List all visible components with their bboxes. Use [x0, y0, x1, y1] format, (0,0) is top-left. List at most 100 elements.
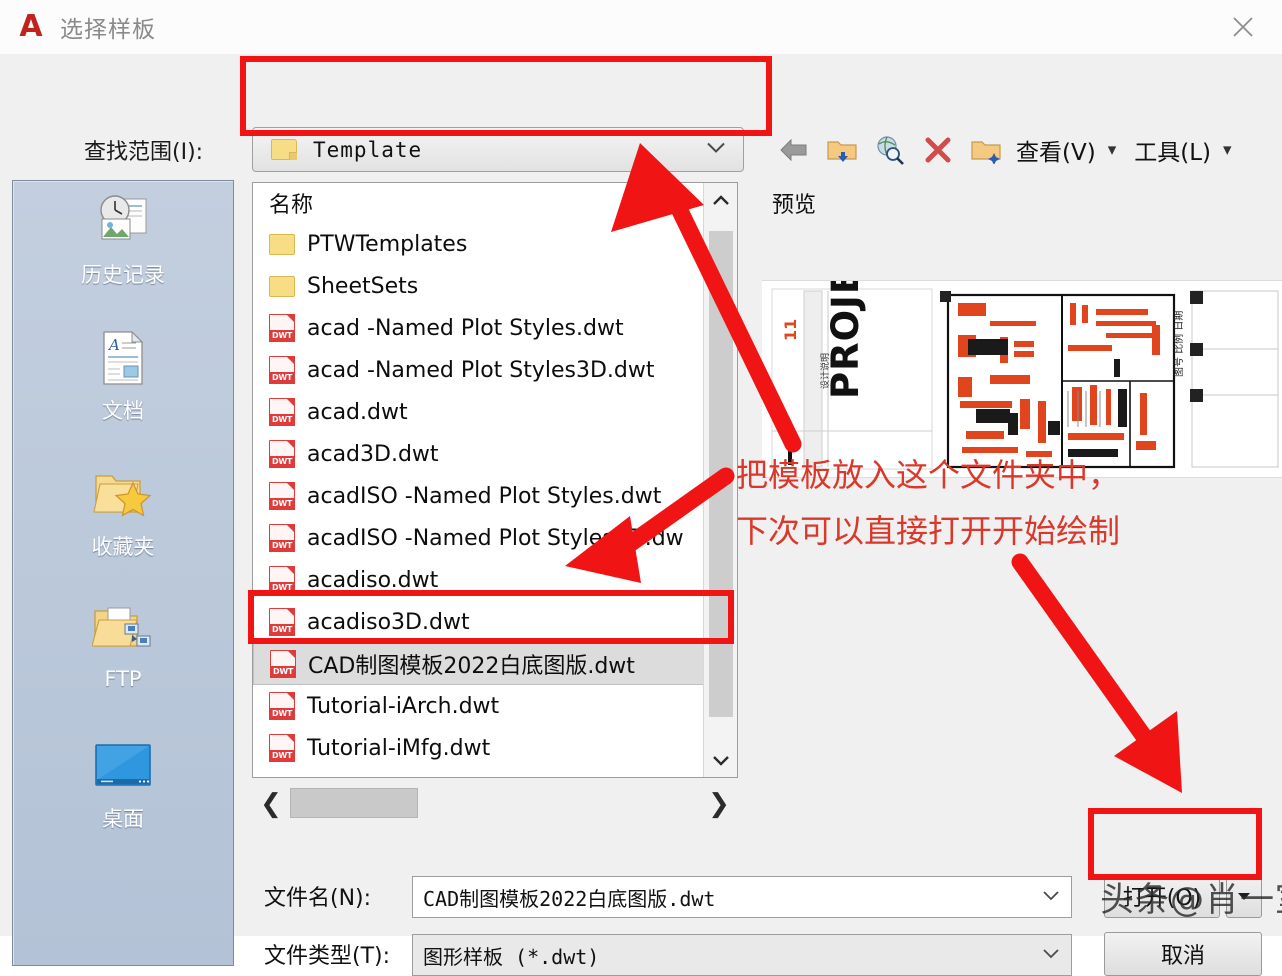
- dwt-file-icon: [269, 608, 295, 636]
- place-item-ftp[interactable]: FTP: [13, 589, 233, 725]
- view-menu-arrow-icon[interactable]: ▾: [1108, 140, 1117, 160]
- folder-icon: [269, 233, 295, 255]
- file-list-item[interactable]: acadiso.dwt: [253, 559, 705, 601]
- filetype-label: 文件类型(T):: [264, 944, 391, 969]
- file-list-item[interactable]: PTWTemplates: [253, 223, 705, 265]
- view-menu[interactable]: 查看(V): [1016, 133, 1096, 167]
- file-list-horizontal-scrollbar[interactable]: ❮ ❯: [252, 784, 738, 824]
- file-name: CAD制图模板2022白底图版.dwt: [308, 654, 635, 679]
- preview-label: 预览: [772, 193, 817, 218]
- tools-menu-arrow-icon[interactable]: ▾: [1223, 140, 1232, 160]
- filename-chevron-down-icon[interactable]: [1041, 888, 1061, 906]
- place-item-documents[interactable]: A 文档: [13, 317, 233, 453]
- back-button[interactable]: [770, 128, 818, 172]
- chevron-up-icon: [712, 195, 729, 205]
- vertical-scroll-thumb[interactable]: [709, 231, 733, 717]
- svg-text:图号 比例 日期: 图号 比例 日期: [1172, 311, 1185, 377]
- column-header-name: 名称: [253, 183, 737, 223]
- close-button[interactable]: [1220, 10, 1266, 44]
- new-folder-button[interactable]: [962, 128, 1010, 172]
- file-list-item[interactable]: SheetSets: [253, 265, 705, 307]
- file-name: acadISO -Named Plot Styles.dwt: [307, 483, 662, 509]
- up-folder-button[interactable]: [818, 128, 866, 172]
- history-icon: [90, 191, 156, 253]
- file-list-item[interactable]: Tutorial-iArch.dwt: [253, 685, 705, 727]
- svg-text:A: A: [107, 336, 120, 354]
- caret-down-icon: [1238, 893, 1250, 900]
- search-web-icon: [877, 136, 904, 165]
- file-list-item[interactable]: acad3D.dwt: [253, 433, 705, 475]
- folder-icon: [269, 275, 295, 297]
- place-label: 收藏夹: [91, 535, 155, 559]
- file-list-vertical-scrollbar[interactable]: [703, 183, 737, 777]
- file-list-item[interactable]: acad.dwt: [253, 391, 705, 433]
- back-icon: [780, 138, 807, 162]
- file-list-panel: 名称 PTWTemplates SheetSets acad -Named Plot…: [252, 182, 738, 778]
- favorites-icon: [92, 463, 154, 525]
- file-name: acad -Named Plot Styles.dwt: [307, 315, 624, 341]
- file-name: acadISO -Named Plot Styles3D.dw: [307, 525, 684, 551]
- file-name: acadiso3D.dwt: [307, 609, 470, 635]
- ftp-icon: [92, 599, 154, 661]
- places-bar: 历史记录 A 文档 收藏夹 FTP 桌面: [12, 180, 234, 966]
- file-name: acad -Named Plot Styles3D.dwt: [307, 357, 655, 383]
- place-item-desktop[interactable]: 桌面: [13, 725, 233, 861]
- autocad-a-logo: A: [19, 9, 43, 44]
- title-bar: A 选择样板: [0, 0, 1282, 54]
- search-web-button[interactable]: [866, 128, 914, 172]
- dwt-file-icon: [269, 356, 295, 384]
- file-list-item[interactable]: acadISO -Named Plot Styles3D.dw: [253, 517, 705, 559]
- file-name: acad3D.dwt: [307, 441, 439, 467]
- desktop-icon: [92, 735, 154, 797]
- file-list-item[interactable]: acad -Named Plot Styles3D.dwt: [253, 349, 705, 391]
- dwt-file-icon: [269, 692, 295, 720]
- toolbar: 查看(V) ▾ 工具(L) ▾: [770, 124, 1244, 176]
- svg-text:11: 11: [781, 319, 800, 341]
- filetype-chevron-down-icon[interactable]: [1041, 946, 1061, 964]
- horizontal-scroll-thumb[interactable]: [290, 788, 418, 818]
- look-in-value: Template: [313, 137, 423, 162]
- delete-icon: [925, 137, 951, 163]
- file-list-item[interactable]: acadiso3D.dwt: [253, 601, 705, 643]
- dwt-file-icon: [269, 566, 295, 594]
- dwt-file-icon: [269, 524, 295, 552]
- scroll-up-button[interactable]: [704, 183, 737, 217]
- scroll-left-button[interactable]: ❮: [252, 784, 290, 824]
- preview-thumbnail: PROJECT 设计说明 11 图号 比例 日期: [762, 280, 1282, 478]
- file-name: acad.dwt: [307, 399, 408, 425]
- place-item-history[interactable]: 历史记录: [13, 181, 233, 317]
- look-in-combobox[interactable]: Template: [252, 127, 744, 172]
- file-name: PTWTemplates: [307, 231, 468, 257]
- file-name: Tutorial-iMfg.dwt: [307, 735, 491, 761]
- documents-icon: A: [98, 327, 148, 389]
- file-list-item[interactable]: Tutorial-iMfg.dwt: [253, 727, 705, 769]
- filename-label: 文件名(N):: [264, 886, 372, 911]
- cad-drawing-preview: PROJECT 设计说明 11 图号 比例 日期: [762, 281, 1282, 477]
- open-button[interactable]: 打开(O): [1104, 874, 1220, 918]
- look-in-label: 查找范围(I):: [84, 140, 204, 165]
- filename-input[interactable]: CAD制图模板2022白底图版.dwt: [412, 876, 1072, 918]
- place-label: 历史记录: [81, 263, 165, 287]
- filetype-value: 图形样板 (*.dwt): [423, 944, 600, 969]
- scroll-right-button[interactable]: ❯: [700, 784, 738, 824]
- dwt-file-icon: [269, 440, 295, 468]
- file-list-item-selected[interactable]: CAD制图模板2022白底图版.dwt: [253, 643, 705, 685]
- chevron-down-icon: [713, 756, 729, 766]
- place-label: 桌面: [102, 807, 144, 831]
- dwt-file-icon: [269, 734, 295, 762]
- dwt-file-icon: [269, 314, 295, 342]
- chevron-down-icon[interactable]: [705, 140, 727, 159]
- file-list-item[interactable]: acadISO -Named Plot Styles.dwt: [253, 475, 705, 517]
- place-label: FTP: [104, 667, 142, 691]
- page-title: 选择样板: [60, 17, 156, 43]
- place-item-favorites[interactable]: 收藏夹: [13, 453, 233, 589]
- dwt-file-icon: [270, 650, 296, 678]
- scroll-down-button[interactable]: [704, 743, 738, 777]
- file-list[interactable]: PTWTemplates SheetSets acad -Named Plot St…: [253, 223, 705, 777]
- filetype-select[interactable]: 图形样板 (*.dwt): [412, 934, 1072, 976]
- tools-menu[interactable]: 工具(L): [1134, 133, 1211, 167]
- file-list-item[interactable]: acad -Named Plot Styles.dwt: [253, 307, 705, 349]
- delete-button[interactable]: [914, 128, 962, 172]
- open-dropdown-button[interactable]: [1226, 874, 1262, 918]
- cancel-button[interactable]: 取消: [1104, 932, 1262, 976]
